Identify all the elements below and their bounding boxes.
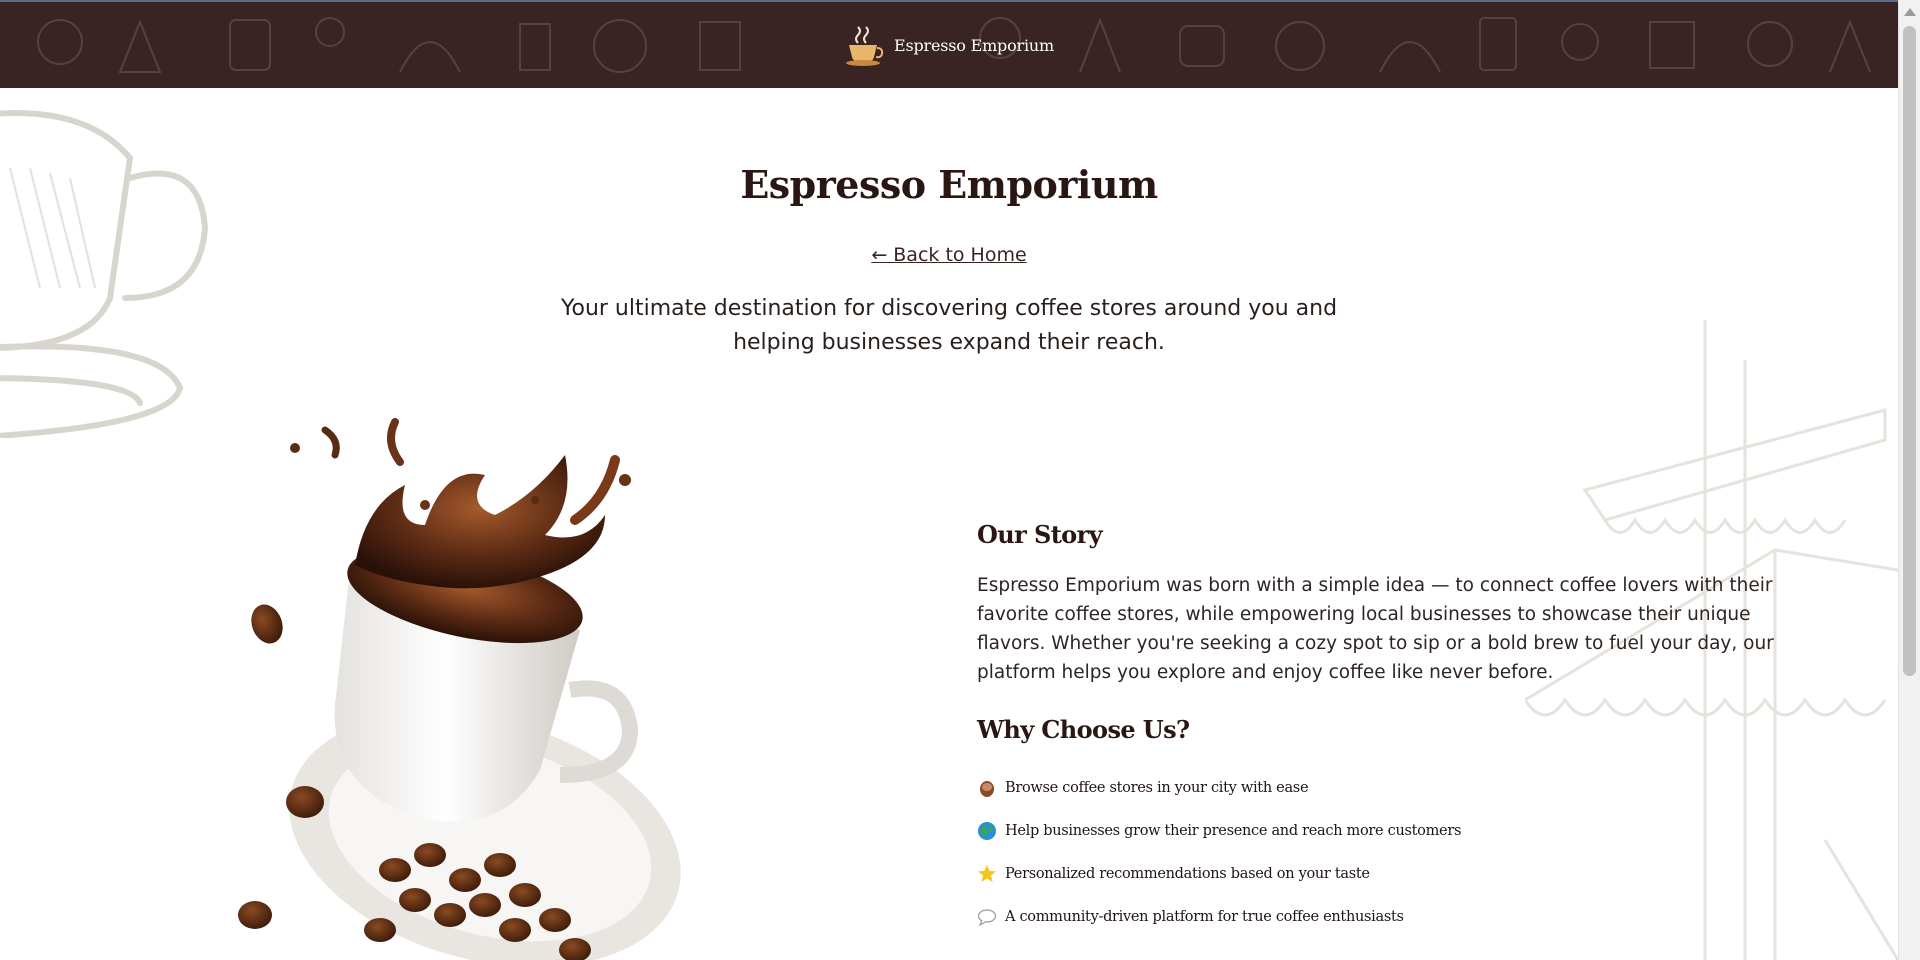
brand-name: Espresso Emporium	[894, 35, 1054, 55]
back-to-home-link-wrap: ← Back to Home	[0, 244, 1898, 266]
globe-icon	[978, 821, 996, 840]
scroll-thumb[interactable]	[1903, 26, 1916, 676]
coffee-cup-logo-icon	[846, 26, 884, 66]
star-icon	[978, 864, 996, 882]
coffee-icon	[980, 780, 994, 797]
feature-list: Browse coffee stores in your city with e…	[977, 766, 1797, 938]
speech-bubble-icon	[977, 908, 997, 926]
feature-label: Personalized recommendations based on yo…	[1005, 865, 1370, 882]
why-choose-us-heading: Why Choose Us?	[977, 715, 1190, 744]
page-scrollbar[interactable]	[1898, 0, 1920, 960]
back-to-home-link[interactable]: ← Back to Home	[871, 244, 1026, 266]
list-item: Browse coffee stores in your city with e…	[977, 766, 1797, 809]
our-story-text: Espresso Emporium was born with a simple…	[977, 575, 1774, 683]
coffee-splash-image	[238, 418, 681, 960]
feature-label: Help businesses grow their presence and …	[1005, 822, 1462, 839]
list-item: Help businesses grow their presence and …	[977, 809, 1797, 852]
scroll-up-arrow-icon[interactable]	[1904, 8, 1916, 16]
brand[interactable]: Espresso Emporium	[844, 23, 1054, 67]
list-item: Personalized recommendations based on yo…	[977, 852, 1797, 895]
top-navbar: Espresso Emporium	[0, 0, 1898, 88]
feature-label: A community-driven platform for true cof…	[1005, 908, 1404, 925]
list-item: A community-driven platform for true cof…	[977, 895, 1797, 938]
page-title: Espresso Emporium	[740, 162, 1158, 207]
intro-text: Your ultimate destination for discoverin…	[560, 296, 1338, 355]
our-story-heading: Our Story	[977, 520, 1103, 549]
about-section: Our Story Espresso Emporium was born wit…	[977, 520, 1797, 938]
feature-label: Browse coffee stores in your city with e…	[1005, 779, 1309, 796]
